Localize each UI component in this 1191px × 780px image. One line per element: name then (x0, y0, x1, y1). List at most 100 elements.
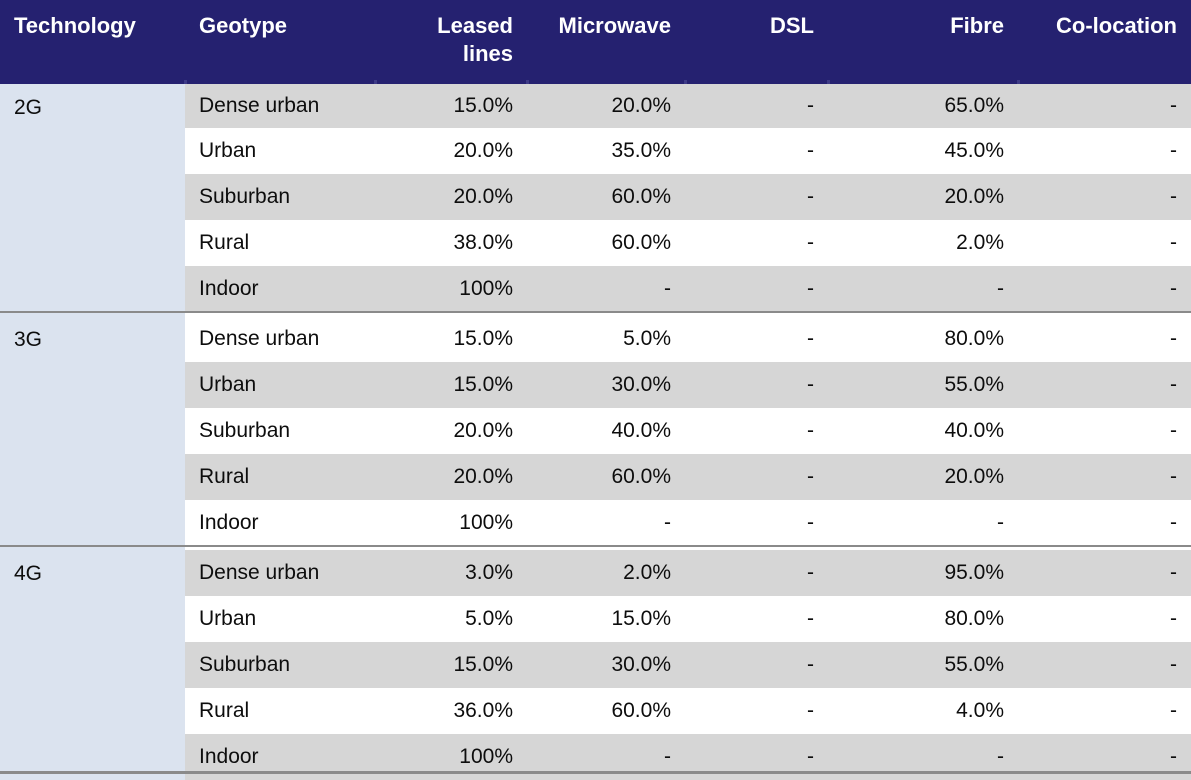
dsl-cell: - (685, 362, 828, 409)
table-header: Technology Geotype Leased lines Microwav… (0, 0, 1191, 85)
dsl-cell: - (685, 500, 828, 547)
column-header-colocation[interactable]: Co-location (1017, 0, 1191, 85)
dsl-cell: - (685, 550, 828, 597)
microwave-cell: - (527, 266, 685, 313)
dsl-cell: - (685, 642, 828, 689)
fibre-cell: 65.0% (828, 82, 1018, 129)
colocation-cell: - (1018, 454, 1191, 501)
technology-cell: 3G (0, 316, 185, 547)
microwave-cell: 60.0% (527, 688, 685, 735)
leased-cell: 36.0% (375, 688, 527, 735)
table-row[interactable]: 4G Dense urban 3.0% 2.0% -95.0% - (0, 550, 1191, 780)
leased-cell: 20.0% (375, 454, 527, 501)
table-bottom-rule (0, 771, 1191, 774)
colocation-cell: - (1018, 128, 1191, 175)
table-body: 2G Dense urban 15.0% 20.0% -65.0% - Urban 20.0%… (0, 82, 1191, 780)
leased-cell: 38.0% (375, 220, 527, 267)
column-header-fibre[interactable]: Fibre (827, 0, 1018, 85)
technology-cell: 4G (0, 550, 185, 780)
leased-cell: 5.0% (375, 596, 527, 643)
microwave-cell: 30.0% (527, 362, 685, 409)
microwave-cell: 5.0% (527, 316, 685, 363)
transmission-technology-table-container: Technology Geotype Leased lines Microwav… (0, 0, 1191, 780)
header-row: Technology Geotype Leased lines Microwav… (0, 0, 1191, 85)
leased-cell: 3.0% (375, 550, 527, 597)
fibre-cell: 20.0% (828, 454, 1018, 501)
table-row[interactable]: 3G Dense urban 15.0% 5.0% -80.0% - (0, 316, 1191, 547)
dsl-cell: - (685, 688, 828, 735)
geotype-cell: Indoor (185, 500, 375, 547)
fibre-cell: 55.0% (828, 642, 1018, 689)
dsl-cell: - (685, 82, 828, 129)
dsl-cell: - (685, 174, 828, 221)
geotype-cell: Dense urban (185, 550, 375, 597)
microwave-cell: - (527, 500, 685, 547)
column-header-dsl[interactable]: DSL (684, 0, 828, 85)
fibre-cell: 20.0% (828, 174, 1018, 221)
microwave-cell: 35.0% (527, 128, 685, 175)
colocation-cell: - (1018, 266, 1191, 313)
colocation-cell: - (1018, 220, 1191, 267)
fibre-cell: 2.0% (828, 220, 1018, 267)
dsl-cell: - (685, 266, 828, 313)
geotype-cell: Dense urban (185, 82, 375, 129)
leased-cell: 15.0% (375, 316, 527, 363)
microwave-cell: 30.0% (527, 642, 685, 689)
geotype-cell: Urban (185, 596, 375, 643)
microwave-cell: 60.0% (527, 174, 685, 221)
fibre-cell: 80.0% (828, 596, 1018, 643)
colocation-cell: - (1018, 362, 1191, 409)
geotype-cell: Suburban (185, 408, 375, 455)
technology-cell: 2G (0, 82, 185, 313)
dsl-cell: - (685, 128, 828, 175)
geotype-cell: Dense urban (185, 316, 375, 363)
microwave-cell: 40.0% (527, 408, 685, 455)
dsl-cell: - (685, 316, 828, 363)
dsl-cell: - (685, 220, 828, 267)
fibre-cell: 55.0% (828, 362, 1018, 409)
fibre-cell: 80.0% (828, 316, 1018, 363)
geotype-cell: Indoor (185, 266, 375, 313)
dsl-cell: - (685, 596, 828, 643)
microwave-cell: 15.0% (527, 596, 685, 643)
microwave-cell: 60.0% (527, 454, 685, 501)
leased-cell: 20.0% (375, 128, 527, 175)
colocation-cell: - (1018, 642, 1191, 689)
colocation-cell: - (1018, 82, 1191, 129)
dsl-cell: - (685, 408, 828, 455)
column-header-microwave[interactable]: Microwave (526, 0, 685, 85)
colocation-cell: - (1018, 408, 1191, 455)
leased-cell: 20.0% (375, 408, 527, 455)
leased-cell: 20.0% (375, 174, 527, 221)
geotype-cell: Suburban (185, 642, 375, 689)
fibre-cell: 45.0% (828, 128, 1018, 175)
colocation-cell: - (1018, 550, 1191, 597)
column-header-leased-lines[interactable]: Leased lines (374, 0, 527, 85)
geotype-cell: Urban (185, 362, 375, 409)
geotype-cell: Urban (185, 128, 375, 175)
transmission-technology-table: Technology Geotype Leased lines Microwav… (0, 0, 1191, 780)
geotype-cell: Rural (185, 688, 375, 735)
fibre-cell: 95.0% (828, 550, 1018, 597)
microwave-cell: 2.0% (527, 550, 685, 597)
leased-cell: 15.0% (375, 82, 527, 129)
fibre-cell: 4.0% (828, 688, 1018, 735)
fibre-cell: 40.0% (828, 408, 1018, 455)
geotype-cell: Rural (185, 220, 375, 267)
leased-cell: 100% (375, 266, 527, 313)
column-header-geotype[interactable]: Geotype (184, 0, 375, 85)
colocation-cell: - (1018, 316, 1191, 363)
column-header-technology[interactable]: Technology (0, 0, 185, 85)
dsl-cell: - (685, 454, 828, 501)
colocation-cell: - (1018, 174, 1191, 221)
geotype-cell: Suburban (185, 174, 375, 221)
geotype-cell: Rural (185, 454, 375, 501)
table-row[interactable]: 2G Dense urban 15.0% 20.0% -65.0% - (0, 82, 1191, 313)
microwave-cell: 20.0% (527, 82, 685, 129)
colocation-cell: - (1018, 688, 1191, 735)
colocation-cell: - (1018, 596, 1191, 643)
leased-cell: 15.0% (375, 362, 527, 409)
leased-cell: 100% (375, 500, 527, 547)
fibre-cell: - (828, 500, 1018, 547)
colocation-cell: - (1018, 500, 1191, 547)
